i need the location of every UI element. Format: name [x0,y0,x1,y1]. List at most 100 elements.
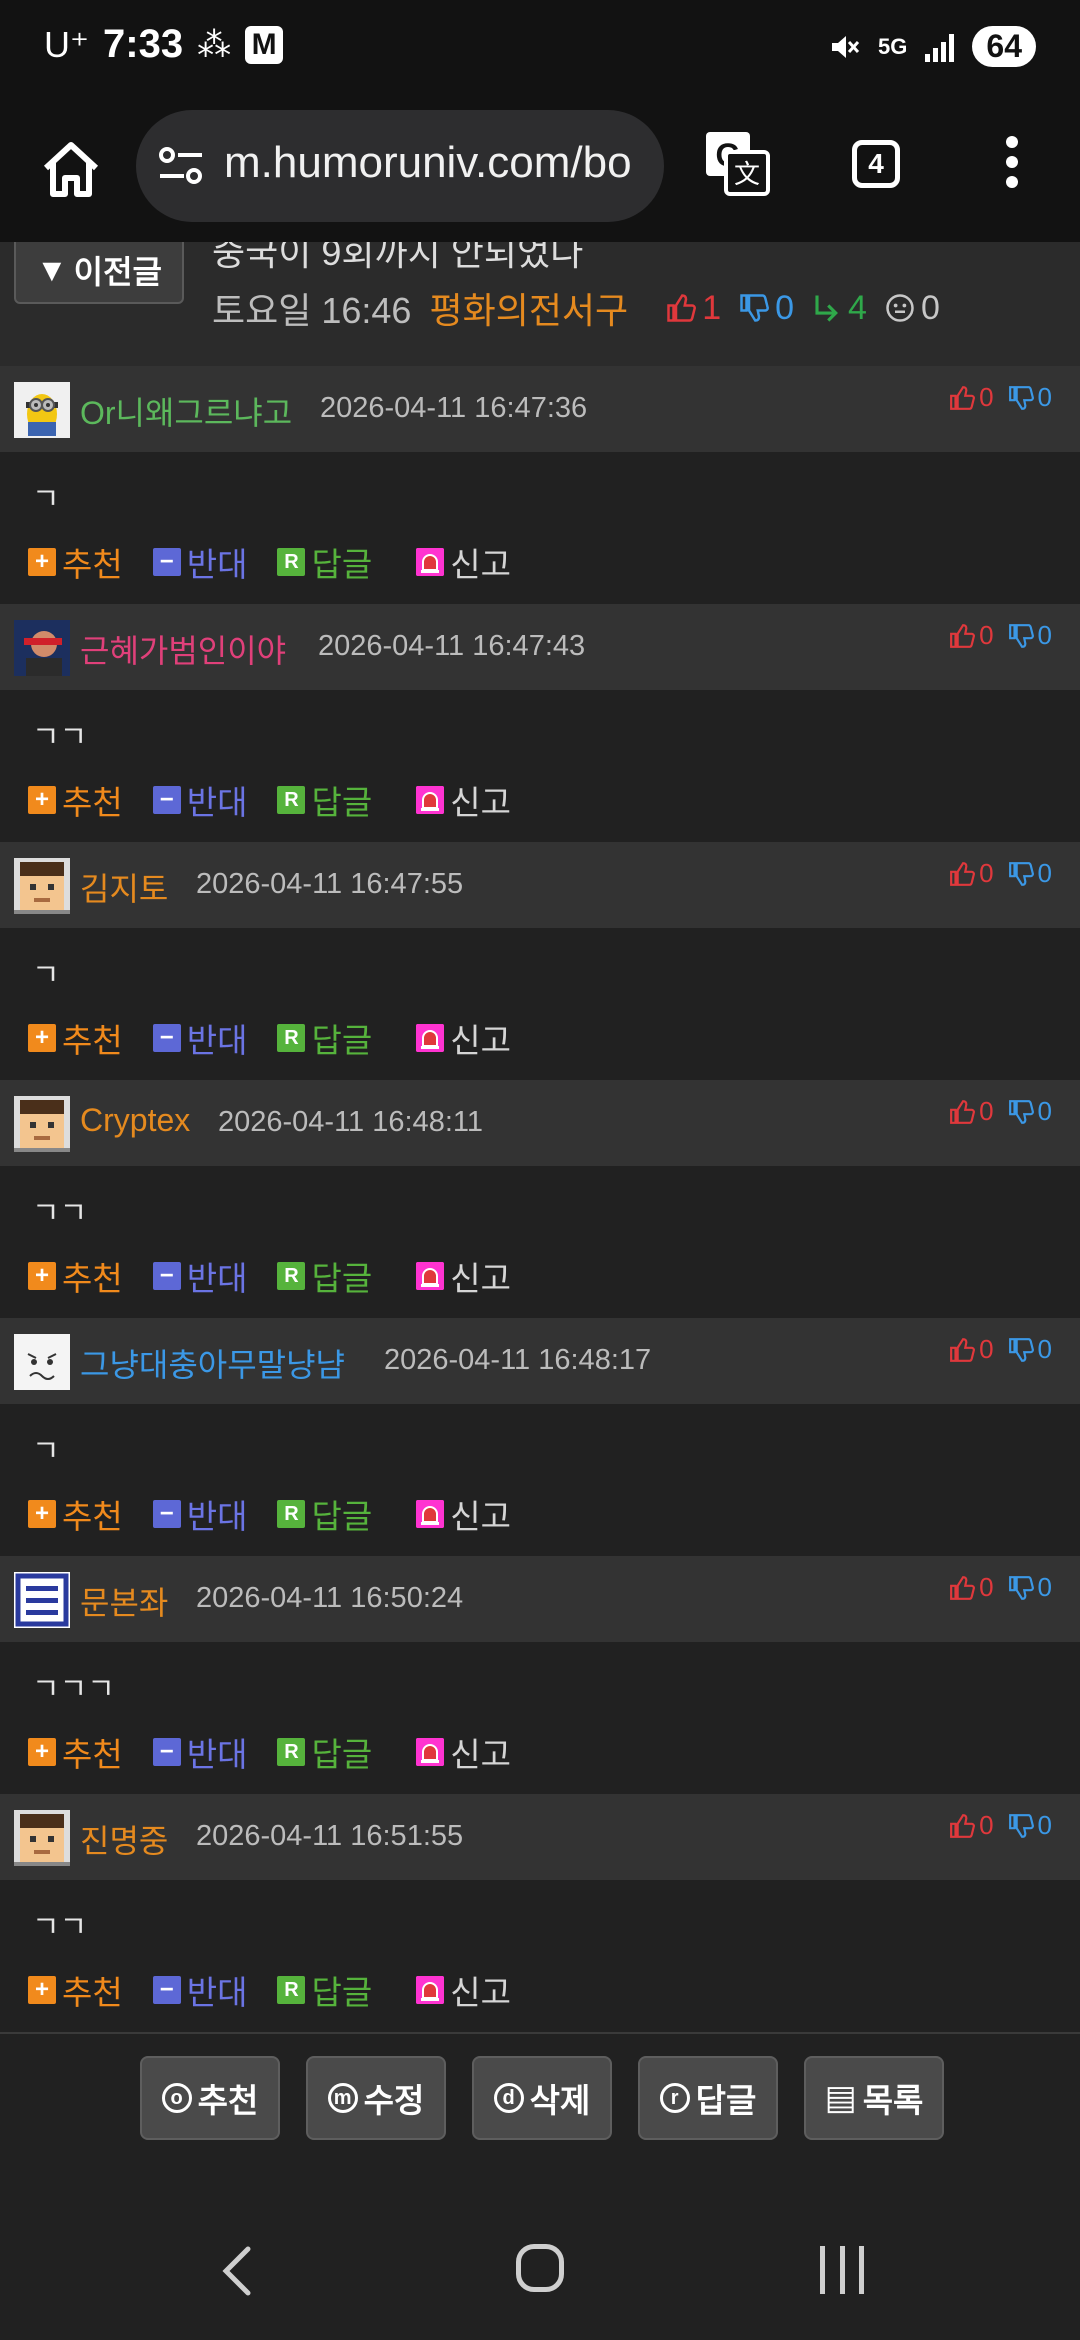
downvote-count: 0 [1037,858,1052,888]
report-button[interactable]: 신고 [416,1490,511,1538]
recommend-button[interactable]: + 추천 [28,1728,123,1776]
home-icon[interactable] [38,136,104,202]
comment-upvote[interactable]: 0 [949,1096,994,1127]
comment-author[interactable]: Cryptex [80,1102,190,1139]
thumbs-up-icon [950,861,976,886]
reply-button[interactable]: R 답글 [277,1966,372,2014]
oppose-button[interactable]: − 반대 [152,538,248,586]
edit-button[interactable]: m 수정 [306,2056,446,2140]
comment-upvote[interactable]: 0 [949,1572,994,1603]
pixel-face-avatar[interactable] [14,1096,70,1152]
previous-post-button[interactable]: ▼ 이전글 [14,242,184,304]
minus-icon: − [152,548,181,576]
recommend-button[interactable]: + 추천 [28,1252,123,1300]
post-likes-count: 1 [702,288,722,327]
home-button-icon[interactable] [516,2244,564,2292]
comment-downvote[interactable]: 0 [1008,620,1052,651]
comment-downvote[interactable]: 0 [1008,1334,1052,1365]
pixel-face-avatar[interactable] [14,1810,70,1866]
svg-text:文: 文 [734,160,760,190]
downvote-count: 0 [1037,1572,1052,1602]
oppose-button[interactable]: − 반대 [152,776,247,824]
comment-actions: + 추천 − 반대 R 답글 신고 [28,1728,541,1776]
sketch-face-avatar[interactable] [14,1334,70,1390]
site-settings-icon[interactable] [158,144,204,188]
oppose-button[interactable]: − 반대 [152,1490,247,1538]
comment-upvote[interactable]: 0 [949,382,994,413]
comment-author[interactable]: Or니왜그르냐고 [80,388,292,434]
reply-r-icon: R [277,1262,306,1290]
siren-icon [416,786,445,814]
comment-item: Or니왜그르냐고 2026-04-11 16:47:36 0 0 ㄱ + 추천 … [0,366,1080,604]
report-button[interactable]: 신고 [416,538,511,586]
previous-post-title[interactable]: 중국이 9회까지 안되었다 [212,242,583,276]
oppose-button[interactable]: − 반대 [152,1966,247,2014]
comment-upvote[interactable]: 0 [949,1810,994,1841]
reply-button[interactable]: R 답글 [277,1490,372,1538]
reply-button[interactable]: R 답글 [277,1728,372,1776]
oppose-button[interactable]: − 반대 [152,1252,247,1300]
recommend-button[interactable]: + 추천 [28,1014,123,1062]
back-icon[interactable] [222,2246,252,2296]
recent-apps-icon[interactable] [820,2246,864,2294]
grid-icon: ⁂ [197,25,232,64]
delete-button[interactable]: d 삭제 [472,2056,612,2140]
recommend-button[interactable]: + 추천 [28,776,123,824]
comment-time: 2026-04-11 16:47:43 [318,630,586,662]
reply-label: 답글 [311,1974,373,2011]
comment-time: 2026-04-11 16:51:55 [196,1820,464,1852]
thumbs-down-icon [740,294,770,322]
comment-downvote[interactable]: 0 [1008,1096,1052,1127]
recommend-button[interactable]: + 추천 [28,538,123,586]
address-bar[interactable]: m.humoruniv.com/bo [136,110,664,222]
report-button[interactable]: 신고 [416,776,511,824]
reply-button[interactable]: R 답글 [277,776,372,824]
recommend-button[interactable]: + 추천 [28,1966,123,2014]
comment-author[interactable]: 근혜가범인이야 [80,626,286,672]
comment-author[interactable]: 진명중 [80,1816,168,1862]
plus-icon: + [28,548,56,576]
pixel-face-avatar[interactable] [14,858,70,914]
photo-avatar[interactable] [14,620,70,676]
report-button[interactable]: 신고 [416,1252,511,1300]
report-button[interactable]: 신고 [416,1014,511,1062]
more-options-icon[interactable] [1002,136,1022,196]
reply-label: 답글 [311,1736,373,1773]
comment-downvote[interactable]: 0 [1008,1572,1052,1603]
post-author[interactable]: 평화의전서구 [429,282,628,334]
oppose-label: 반대 [186,546,248,583]
comment-author[interactable]: 그냥대충아무말냥냠 [80,1340,345,1386]
oppose-button[interactable]: − 반대 [152,1728,247,1776]
report-button[interactable]: 신고 [416,1966,511,2014]
reply-button[interactable]: R 답글 [277,1252,372,1300]
write-reply-button[interactable]: r 답글 [638,2056,778,2140]
comment-upvote[interactable]: 0 [949,620,994,651]
reply-label: 답글 [311,1498,373,1535]
logo-avatar[interactable] [14,1572,70,1628]
comment-header: 문본좌 2026-04-11 16:50:24 0 0 [0,1556,1080,1642]
comment-author[interactable]: 문본좌 [80,1578,168,1624]
thumbs-down-icon [1008,385,1034,410]
minus-icon: − [152,1738,181,1766]
comment-downvote[interactable]: 0 [1008,1810,1052,1841]
tab-switcher-button[interactable]: 4 [852,140,900,188]
previous-post-header[interactable]: ▼ 이전글 중국이 9회까지 안되었다 토요일 16:46 평화의전서구 1 0… [0,242,1080,368]
translate-icon[interactable]: G 文 [704,130,770,196]
comment-votes: 0 0 [949,1810,1052,1841]
comment-upvote[interactable]: 0 [949,858,994,889]
comment-upvote[interactable]: 0 [949,1334,994,1365]
recommend-button[interactable]: + 추천 [28,1490,123,1538]
reply-button[interactable]: R 답글 [277,1014,372,1062]
report-button[interactable]: 신고 [416,1728,511,1776]
comment-downvote[interactable]: 0 [1008,382,1052,413]
reply-button[interactable]: R 답글 [277,538,372,586]
post-replies: 4 [812,289,867,328]
comment-header: 김지토 2026-04-11 16:47:55 0 0 [0,842,1080,928]
minion-avatar[interactable] [14,382,70,438]
comment-downvote[interactable]: 0 [1008,858,1052,889]
recommend-post-button[interactable]: o 추천 [140,2056,280,2140]
oppose-button[interactable]: − 반대 [152,1014,247,1062]
list-button[interactable]: ▤ 목록 [804,2056,944,2140]
comment-author[interactable]: 김지토 [80,864,168,910]
reply-r-icon: R [277,548,306,576]
